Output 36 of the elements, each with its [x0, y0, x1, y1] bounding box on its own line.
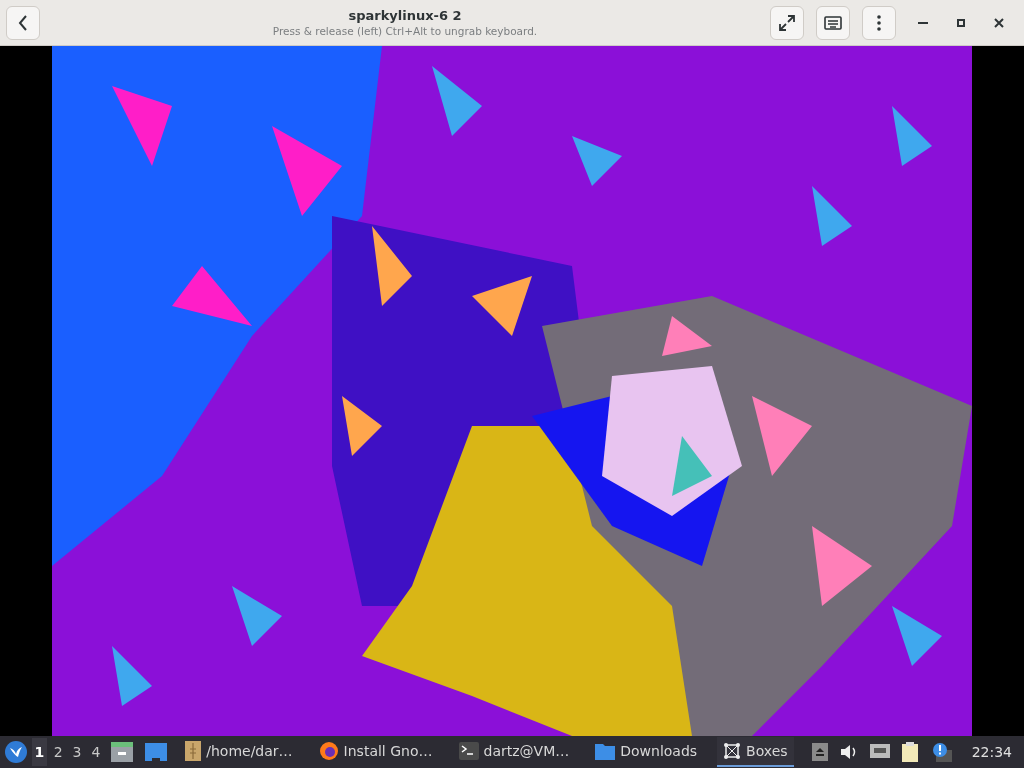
menu-button[interactable]	[862, 5, 896, 40]
taskbar-button[interactable]: Downloads	[589, 737, 704, 767]
taskbar-button[interactable]: dartz@VM…	[452, 737, 576, 767]
desktop-icon[interactable]	[145, 743, 168, 761]
keyboard-icon	[824, 15, 842, 30]
terminal-icon	[458, 742, 479, 760]
volume-icon[interactable]	[839, 744, 858, 760]
window-title: sparkylinux-6 2	[348, 8, 462, 23]
workspace-button[interactable]: 4	[88, 738, 104, 766]
workspace-button[interactable]: 3	[69, 738, 85, 766]
maximize-icon	[957, 18, 965, 27]
boxes-icon	[723, 742, 742, 760]
clock: 22:34	[971, 744, 1012, 760]
taskbar-button[interactable]: Install Gno…	[312, 737, 439, 767]
clipboard-icon[interactable]	[901, 742, 920, 762]
minimize-icon	[918, 21, 928, 24]
taskbar-button[interactable]: Boxes	[717, 737, 794, 767]
archive-icon	[185, 741, 202, 761]
workspace-button[interactable]: 2	[50, 738, 66, 766]
app-menu-icon[interactable]	[4, 740, 28, 764]
expand-icon	[779, 14, 795, 31]
network-icon[interactable]	[869, 744, 890, 760]
fullscreen-button[interactable]	[770, 5, 804, 40]
firefox-icon	[318, 741, 339, 761]
notification-icon[interactable]	[931, 742, 952, 762]
back-icon	[18, 14, 28, 31]
keyboard-button[interactable]	[816, 5, 850, 40]
menu-icon	[877, 14, 881, 31]
window-subtitle: Press & release (left) Ctrl+Alt to ungrab keyboard.	[272, 25, 538, 37]
eject-icon[interactable]	[811, 743, 828, 761]
workspace-button[interactable]: 1	[32, 738, 47, 766]
close-icon	[994, 17, 1004, 28]
taskbar-button[interactable]: /home/dar…	[179, 737, 299, 767]
folder-icon	[595, 742, 616, 760]
back-button[interactable]	[6, 5, 40, 40]
file-cabinet-icon[interactable]	[111, 742, 134, 762]
